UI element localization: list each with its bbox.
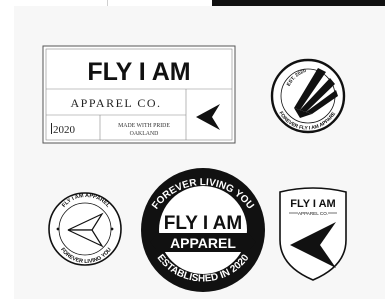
logo-sheet-art: FLY I AM APPAREL CO. 2020 MADE WITH PRID…: [0, 0, 347, 292]
rect-label-apparel-co: APPAREL CO.: [71, 96, 162, 110]
large-round-seal: FOREVER LIVING YOU ESTABLISHED IN 2020 F…: [141, 168, 265, 292]
rect-label-year: 2020: [53, 124, 76, 136]
rect-label-tagline-1: MADE WITH PRIDE: [118, 123, 170, 129]
rect-label-badge: FLY I AM APPAREL CO. 2020 MADE WITH PRID…: [42, 45, 236, 144]
seal-apparel: APPAREL: [170, 235, 236, 251]
rect-label-title: FLY I AM: [87, 58, 190, 86]
shield-title: FLY I AM: [290, 198, 335, 210]
shield-apparel-co: APPAREL CO.: [298, 211, 328, 216]
seal-title: FLY I AM: [164, 213, 242, 234]
rect-label-tagline-2: OAKLAND: [130, 131, 159, 137]
shield-badge: FLY I AM APPAREL CO.: [279, 187, 347, 281]
small-round-badge: FLY I AM APPAREL FOREVER LIVING YOU: [48, 192, 122, 266]
